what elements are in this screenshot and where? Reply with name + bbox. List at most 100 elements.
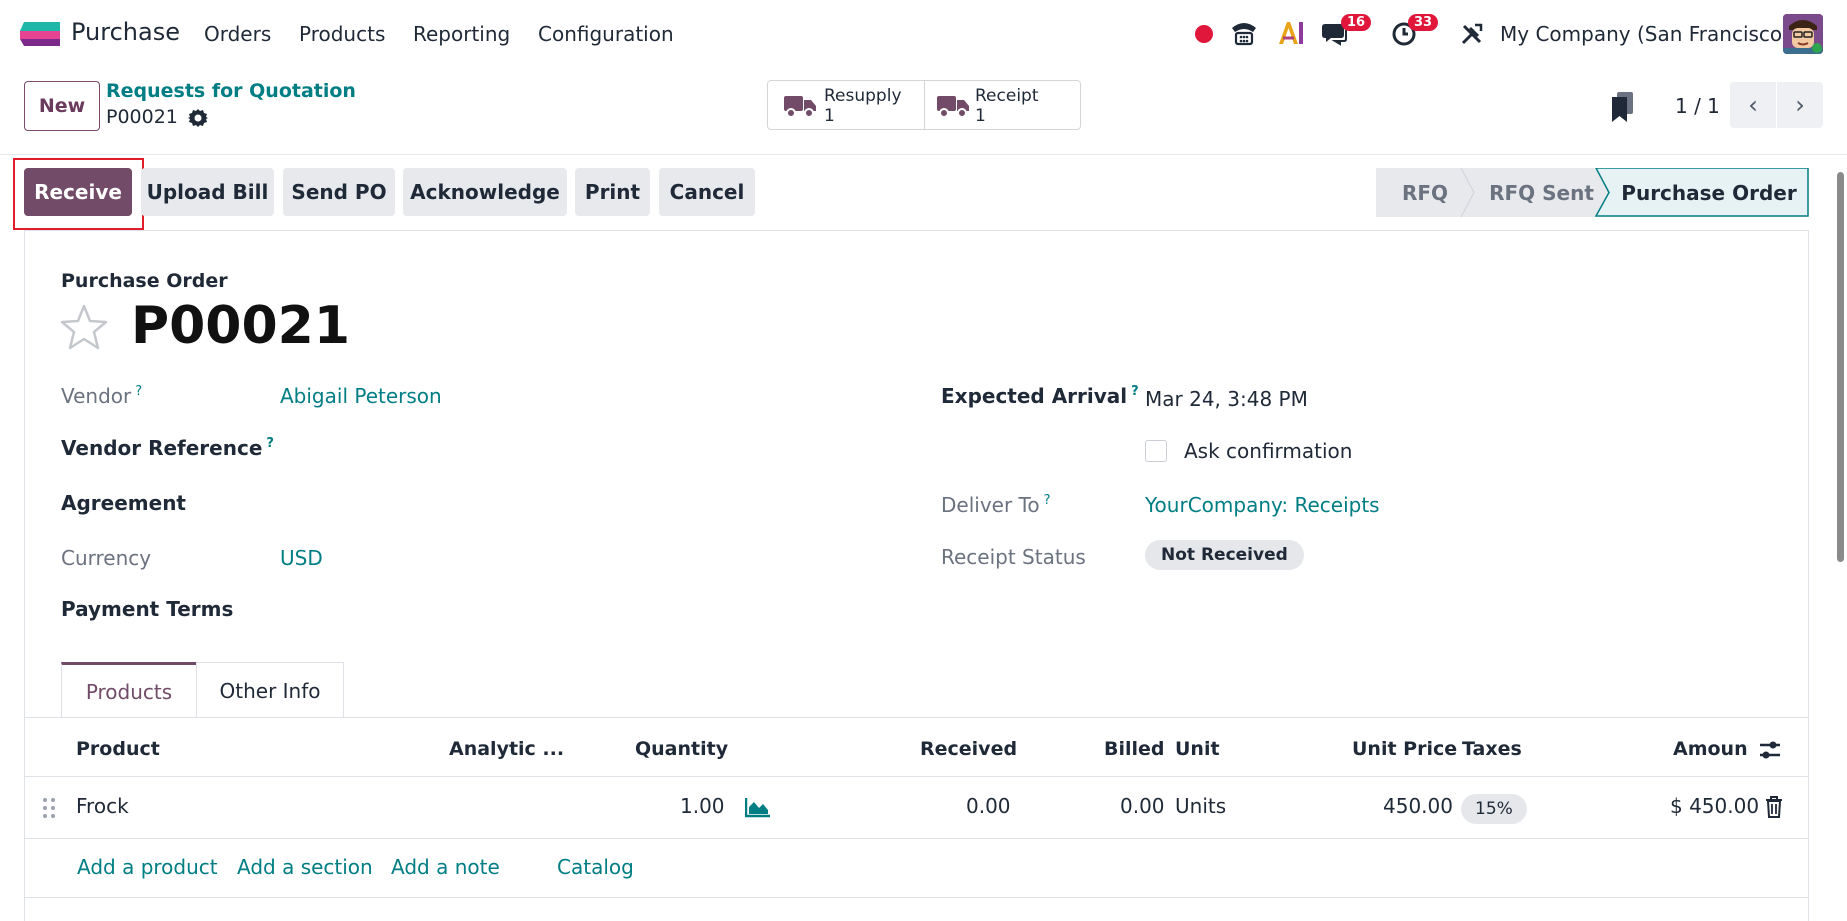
deliver-to-label: Deliver To?	[941, 493, 1051, 517]
line-billed: 0.00	[1120, 794, 1165, 818]
vendor-reference-help-icon[interactable]: ?	[266, 436, 274, 451]
menu-configuration[interactable]: Configuration	[538, 22, 674, 46]
purchase-app-icon[interactable]	[20, 22, 60, 46]
add-product-link[interactable]: Add a product	[77, 855, 218, 879]
phone-icon[interactable]	[1229, 18, 1259, 48]
ai-icon[interactable]	[1277, 20, 1305, 46]
table-footer-divider	[24, 897, 1809, 898]
col-received[interactable]: Received	[920, 738, 1017, 760]
new-button[interactable]: New	[24, 81, 100, 131]
vendor-field[interactable]: Abigail Peterson	[280, 384, 442, 408]
currency-label: Currency	[61, 546, 152, 570]
currency-field[interactable]: USD	[280, 546, 323, 570]
agreement-label: Agreement	[61, 491, 186, 515]
line-amount: $ 450.00	[1670, 794, 1760, 818]
send-po-button[interactable]: Send PO	[283, 168, 395, 216]
vendor-label: Vendor?	[61, 384, 143, 408]
company-switcher[interactable]: My Company (San Francisco)	[1500, 22, 1790, 46]
resupply-smart-button[interactable]: Resupply 1	[767, 80, 925, 130]
receipt-status-label: Receipt Status	[941, 545, 1086, 569]
receipt-label: Receipt	[975, 86, 1039, 106]
gear-icon[interactable]	[188, 108, 208, 128]
vendor-reference-input[interactable]	[280, 430, 840, 464]
table-row-divider	[24, 838, 1809, 839]
line-product[interactable]: Frock	[76, 794, 129, 818]
menu-reporting[interactable]: Reporting	[413, 22, 510, 46]
po-name: P00021	[131, 296, 351, 356]
line-tax-tag[interactable]: 15%	[1461, 794, 1527, 824]
tab-products[interactable]: Products	[61, 662, 197, 718]
recording-dot-icon[interactable]	[1194, 24, 1214, 44]
col-taxes[interactable]: Taxes	[1462, 738, 1522, 760]
line-quantity[interactable]: 1.00	[680, 794, 725, 818]
expected-arrival-help-icon[interactable]: ?	[1131, 384, 1139, 399]
deliver-to-help-icon[interactable]: ?	[1044, 493, 1051, 508]
receipt-count: 1	[975, 106, 986, 126]
resupply-label: Resupply	[824, 86, 902, 106]
trash-icon[interactable]	[1765, 796, 1783, 818]
app-name[interactable]: Purchase	[71, 18, 180, 46]
col-analytic[interactable]: Analytic ...	[449, 738, 564, 760]
pager-next-button[interactable]: ›	[1777, 82, 1823, 128]
breadcrumb-current: P00021	[106, 106, 178, 128]
messages-badge: 16	[1341, 14, 1372, 31]
agreement-input[interactable]	[280, 485, 840, 519]
optional-columns-icon[interactable]	[1758, 740, 1782, 760]
status-bar: RFQ RFQ Sent Purchase Order	[1376, 168, 1809, 217]
menu-products[interactable]: Products	[299, 22, 385, 46]
ask-confirmation-checkbox[interactable]	[1145, 440, 1167, 462]
star-icon[interactable]	[59, 303, 109, 353]
tab-other-info[interactable]: Other Info	[196, 662, 344, 718]
stage-rfq-sent[interactable]: RFQ Sent	[1474, 168, 1609, 217]
upload-bill-button[interactable]: Upload Bill	[141, 168, 274, 216]
line-received: 0.00	[966, 794, 1011, 818]
col-product[interactable]: Product	[76, 738, 160, 760]
user-avatar[interactable]	[1783, 14, 1823, 54]
debug-tools-icon[interactable]	[1460, 22, 1484, 46]
po-title-label: Purchase Order	[61, 270, 228, 292]
stage-purchase-order[interactable]: Purchase Order	[1609, 168, 1809, 217]
ask-confirmation-label: Ask confirmation	[1184, 439, 1353, 463]
col-quantity[interactable]: Quantity	[635, 738, 728, 760]
col-billed[interactable]: Billed	[1104, 738, 1165, 760]
breadcrumb-parent[interactable]: Requests for Quotation	[106, 80, 356, 102]
chevron-left-icon: ‹	[1748, 91, 1758, 119]
line-unit-price[interactable]: 450.00	[1383, 794, 1453, 818]
col-unit-price[interactable]: Unit Price	[1352, 738, 1457, 760]
col-unit[interactable]: Unit	[1175, 738, 1220, 760]
print-button[interactable]: Print	[575, 168, 650, 216]
cancel-button[interactable]: Cancel	[659, 168, 755, 216]
highlight-box	[13, 158, 144, 230]
receipt-status-badge: Not Received	[1145, 540, 1304, 570]
stage-rfq[interactable]: RFQ	[1376, 168, 1474, 217]
table-header-divider	[24, 776, 1809, 777]
deliver-to-field[interactable]: YourCompany: Receipts	[1145, 493, 1380, 517]
payment-terms-input[interactable]	[280, 591, 840, 625]
catalog-link[interactable]: Catalog	[557, 855, 634, 879]
add-section-link[interactable]: Add a section	[237, 855, 373, 879]
menu-orders[interactable]: Orders	[204, 22, 271, 46]
payment-terms-label: Payment Terms	[61, 597, 234, 621]
bookmark-icon[interactable]	[1610, 92, 1636, 122]
vendor-reference-label: Vendor Reference?	[61, 436, 274, 460]
drag-handle-icon[interactable]	[42, 797, 56, 819]
truck-icon	[784, 96, 816, 118]
col-amount[interactable]: Amount	[1673, 738, 1748, 760]
truck-icon	[937, 96, 969, 118]
chevron-right-icon: ›	[1795, 91, 1805, 119]
avatar-face-icon	[1783, 14, 1823, 54]
resupply-count: 1	[824, 106, 835, 126]
pager-previous-button[interactable]: ‹	[1730, 82, 1776, 128]
receipt-smart-button[interactable]: Receipt 1	[924, 80, 1081, 130]
expected-arrival-field[interactable]: Mar 24, 3:48 PM	[1145, 387, 1308, 411]
header-divider	[0, 154, 1847, 155]
tab-divider	[24, 717, 1809, 718]
pager-value[interactable]: 1 / 1	[1675, 94, 1720, 118]
forecast-chart-icon[interactable]	[745, 796, 771, 818]
vendor-help-icon[interactable]: ?	[135, 384, 142, 399]
acknowledge-button[interactable]: Acknowledge	[403, 168, 567, 216]
expected-arrival-label: Expected Arrival?	[941, 384, 1139, 408]
line-unit[interactable]: Units	[1175, 794, 1226, 818]
add-note-link[interactable]: Add a note	[391, 855, 500, 879]
scrollbar-thumb[interactable]	[1837, 172, 1844, 562]
